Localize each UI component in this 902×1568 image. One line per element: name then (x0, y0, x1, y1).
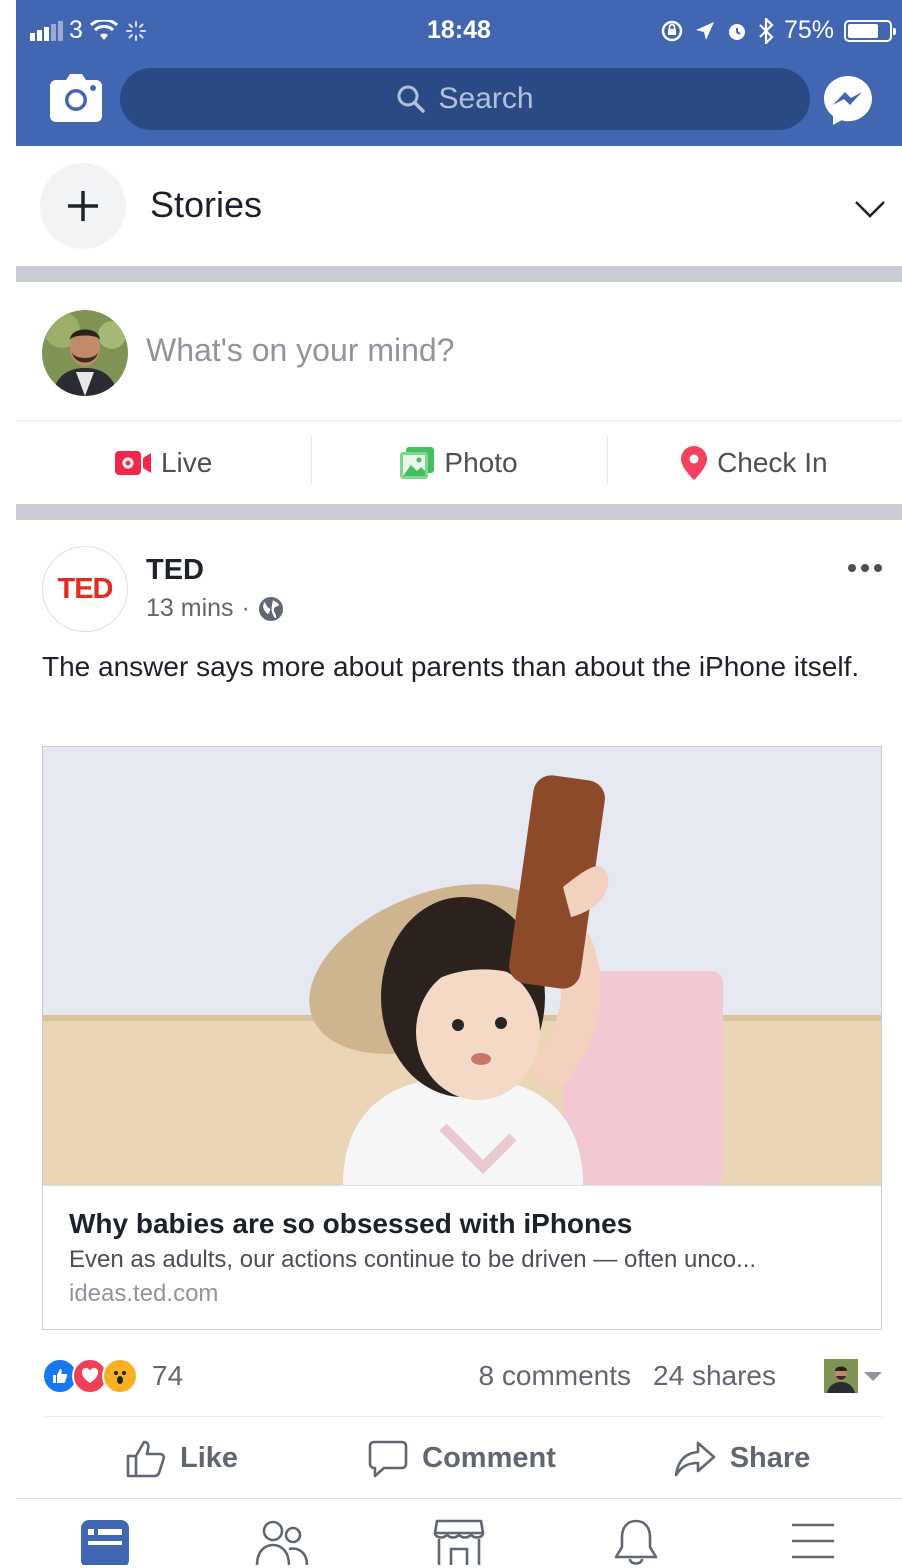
post-options-button[interactable] (848, 564, 882, 572)
location-arrow-icon (695, 21, 714, 40)
composer-actions: Live Photo Check In (16, 420, 902, 504)
post-text: The answer says more about parents than … (42, 651, 860, 682)
live-button[interactable]: Live (16, 421, 311, 504)
link-title[interactable]: Why babies are so obsessed with iPhones (69, 1208, 855, 1240)
thumbs-up-icon (126, 1440, 166, 1477)
comment-count[interactable]: 8 comments (479, 1360, 632, 1392)
status-bar: 3 18:48 75% (16, 8, 902, 52)
user-avatar[interactable] (42, 310, 128, 396)
battery-icon (844, 19, 896, 42)
link-description: Even as adults, our actions continue to … (69, 1246, 757, 1273)
post-time[interactable]: 13 mins (146, 594, 234, 623)
post-meta: 13 mins · (146, 594, 284, 623)
notifications-icon (614, 1519, 658, 1565)
tab-menu[interactable] (725, 1499, 902, 1568)
check-in-button[interactable]: Check In (606, 421, 902, 504)
link-domain: ideas.ted.com (69, 1280, 219, 1307)
meta-separator: · (241, 594, 250, 622)
more-dots-icon (848, 564, 856, 572)
bottom-tab-bar (16, 1498, 902, 1568)
section-divider (16, 504, 902, 520)
link-preview[interactable]: Why babies are so obsessed with iPhones … (42, 746, 882, 1330)
messenger-icon (824, 76, 872, 125)
photo-icon (400, 446, 435, 479)
search-input[interactable]: Search (120, 68, 810, 130)
friends-icon (255, 1520, 309, 1565)
bluetooth-icon (759, 17, 774, 44)
battery-percent: 75% (783, 16, 834, 44)
orientation-lock-icon (661, 20, 683, 41)
share-icon (674, 1441, 715, 1476)
tab-marketplace[interactable] (370, 1499, 547, 1568)
page-name[interactable]: TED (146, 554, 204, 587)
top-bar: 3 18:48 75% Search (16, 0, 902, 146)
ted-logo-text: TED (57, 572, 114, 605)
like-button[interactable]: Like (42, 1417, 322, 1500)
live-label: Live (160, 446, 213, 478)
search-placeholder: Search (438, 82, 534, 115)
feed-post: TED TED 13 mins · The answer says more a… (16, 520, 902, 1500)
globe-icon (258, 596, 283, 621)
add-story-button[interactable] (40, 163, 126, 249)
location-pin-icon (681, 445, 708, 480)
comment-label: Comment (422, 1442, 556, 1474)
comment-button[interactable]: Comment (322, 1417, 602, 1500)
search-icon (397, 85, 426, 113)
menu-icon (792, 1523, 835, 1559)
tab-friends[interactable] (193, 1499, 370, 1568)
reaction-summary: 74 8 comments 24 shares (42, 1356, 882, 1396)
plus-icon (68, 191, 98, 221)
caret-down-icon (864, 1372, 882, 1381)
share-count[interactable]: 24 shares (653, 1360, 776, 1392)
reaction-icons[interactable] (42, 1358, 138, 1394)
check-in-label: Check In (717, 446, 828, 478)
stories-toggle[interactable] (854, 192, 886, 224)
photo-button[interactable]: Photo (311, 421, 606, 504)
post-actions: Like Comment Share (42, 1416, 882, 1500)
composer[interactable]: What's on your mind? (16, 282, 902, 420)
link-details[interactable]: Why babies are so obsessed with iPhones … (43, 1185, 881, 1330)
camera-icon (50, 74, 102, 122)
comment-icon (368, 1440, 408, 1477)
stories-bar: Stories (16, 146, 902, 266)
wow-reaction-icon (102, 1358, 138, 1394)
alarm-icon (728, 23, 745, 40)
live-video-icon (114, 450, 151, 475)
tab-news-feed[interactable] (16, 1499, 193, 1568)
news-feed-icon (80, 1520, 129, 1565)
messenger-button[interactable] (822, 74, 874, 126)
share-button[interactable]: Share (602, 1417, 882, 1500)
tab-notifications[interactable] (548, 1499, 725, 1568)
camera-button[interactable] (50, 74, 102, 122)
page-avatar[interactable]: TED (42, 546, 128, 632)
reaction-count[interactable]: 74 (152, 1360, 183, 1392)
like-label: Like (179, 1442, 239, 1474)
stories-label: Stories (150, 184, 263, 225)
share-label: Share (729, 1442, 811, 1474)
link-image[interactable] (43, 747, 881, 1185)
post-as-selector[interactable] (824, 1359, 882, 1393)
section-divider (16, 266, 902, 282)
marketplace-icon (433, 1519, 485, 1565)
chevron-down-icon (855, 201, 885, 218)
photo-label: Photo (444, 446, 518, 478)
mini-avatar (824, 1359, 858, 1393)
composer-input[interactable]: What's on your mind? (146, 332, 454, 369)
